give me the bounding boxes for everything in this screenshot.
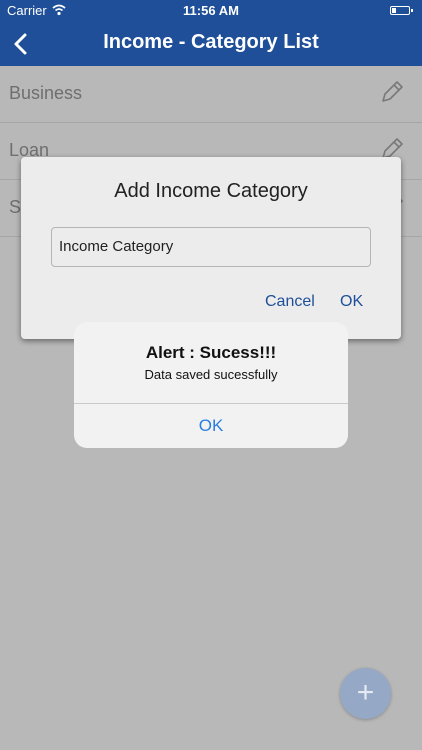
status-bar: Carrier 11:56 AM (0, 0, 422, 22)
add-category-button[interactable]: + (340, 668, 391, 719)
add-category-dialog: Add Income Category Income Category Canc… (21, 157, 401, 339)
category-name-input[interactable]: Income Category (51, 227, 371, 267)
dialog-ok-button[interactable]: OK (340, 293, 363, 311)
battery-icon (390, 6, 413, 15)
alert-ok-button[interactable]: OK (74, 404, 348, 448)
alert-message: Data saved sucessfully (144, 367, 278, 382)
page-title: Income - Category List (103, 31, 319, 53)
cancel-button[interactable]: Cancel (265, 293, 315, 311)
navigation-bar: Income - Category List (0, 22, 422, 66)
success-alert: Alert : Sucess!!! Data saved sucessfully… (74, 322, 348, 448)
alert-title: Alert : Sucess!!! (145, 343, 277, 362)
clock: 11:56 AM (183, 3, 239, 18)
plus-icon: + (356, 676, 375, 709)
dialog-title: Add Income Category (114, 180, 308, 202)
